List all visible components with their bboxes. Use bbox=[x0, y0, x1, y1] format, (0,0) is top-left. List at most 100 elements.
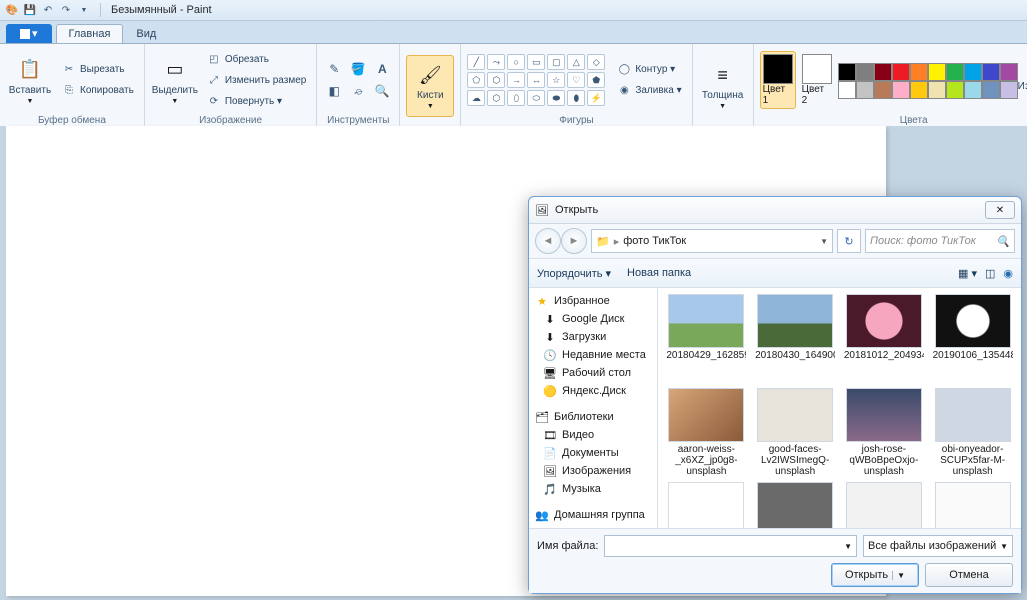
file-item[interactable]: josh-rose-qWBoBpeOxjo-unsplash bbox=[842, 388, 927, 478]
tree-item[interactable]: 🎞Видео bbox=[529, 426, 657, 444]
open-button[interactable]: Открыть▼ bbox=[831, 563, 919, 587]
tree-item[interactable]: 🖼Изображения bbox=[529, 462, 657, 480]
new-folder-button[interactable]: Новая папка bbox=[627, 267, 691, 280]
color-swatch[interactable] bbox=[946, 81, 964, 99]
folder-icon: ⬇ bbox=[543, 312, 557, 326]
group-tools: ✎ 🪣 A ◧ ⌮ 🔍 Инструменты bbox=[317, 44, 400, 128]
refresh-button[interactable]: ↻ bbox=[837, 229, 861, 253]
tree-item[interactable]: 📄Документы bbox=[529, 444, 657, 462]
tree-item[interactable]: ⬇Загрузки bbox=[529, 328, 657, 346]
paste-icon: 📋 bbox=[16, 56, 44, 84]
filter-combo[interactable]: Все файлы изображений▼ bbox=[863, 535, 1013, 557]
edit-colors-button[interactable]: Изменение цветов bbox=[1020, 49, 1027, 111]
breadcrumb[interactable]: 📁 ▸ фото ТикТок ▼ bbox=[591, 229, 833, 253]
redo-icon[interactable]: ↷ bbox=[58, 2, 74, 18]
tab-view[interactable]: Вид bbox=[123, 24, 169, 43]
fill-tool[interactable]: 🪣 bbox=[347, 59, 369, 79]
file-item[interactable]: Screenshot_20210 bbox=[842, 482, 927, 528]
cut-button[interactable]: ✂Вырезать bbox=[58, 60, 138, 80]
color-swatch[interactable] bbox=[928, 63, 946, 81]
file-item[interactable]: olivier-bergeron- bbox=[664, 482, 749, 528]
file-item[interactable]: good-faces-Lv2IWSImegQ-unsplash bbox=[753, 388, 838, 478]
tree-item[interactable]: ⬇Google Диск bbox=[529, 310, 657, 328]
group-clipboard: 📋 Вставить ▼ ✂Вырезать ⎘Копировать Буфер… bbox=[0, 44, 145, 128]
color-swatch[interactable] bbox=[928, 81, 946, 99]
picker-tool[interactable]: ⌮ bbox=[347, 81, 369, 101]
tree-item[interactable]: 🟡Яндекс.Диск bbox=[529, 382, 657, 400]
color-swatch[interactable] bbox=[1000, 81, 1018, 99]
color-swatch[interactable] bbox=[838, 63, 856, 81]
crop-button[interactable]: ◰Обрезать bbox=[203, 49, 310, 69]
file-item[interactable]: 20190106_135448 bbox=[930, 294, 1015, 384]
tree-libraries[interactable]: 🗂Библиотеки bbox=[529, 408, 657, 426]
file-item[interactable]: aaron-weiss-_x6XZ_jp0g8-unsplash bbox=[664, 388, 749, 478]
color-swatch[interactable] bbox=[838, 81, 856, 99]
size-button[interactable]: ≡ Толщина ▼ bbox=[699, 55, 747, 117]
tab-home[interactable]: Главная bbox=[56, 24, 124, 43]
color-swatch[interactable] bbox=[874, 63, 892, 81]
file-item[interactable]: obi-onyeador-SCUPx5far-M-unsplash bbox=[930, 388, 1015, 478]
tree-item[interactable]: 🖥Рабочий стол bbox=[529, 364, 657, 382]
cancel-button[interactable]: Отмена bbox=[925, 563, 1013, 587]
tree-item[interactable]: 🕓Недавние места bbox=[529, 346, 657, 364]
search-input[interactable]: Поиск: фото ТикТок 🔍 bbox=[865, 229, 1015, 253]
paste-button[interactable]: 📋 Вставить ▼ bbox=[6, 49, 54, 111]
file-item[interactable]: Screenshot_20210 bbox=[753, 482, 838, 528]
file-item[interactable]: 20181012_204934 bbox=[842, 294, 927, 384]
fill-button[interactable]: ◉Заливка ▾ bbox=[613, 81, 685, 101]
eraser-tool[interactable]: ◧ bbox=[323, 81, 345, 101]
color-swatch[interactable] bbox=[964, 81, 982, 99]
brushes-button[interactable]: 🖌 Кисти ▼ bbox=[406, 55, 454, 117]
shapes-gallery[interactable]: ╱⤳○▭▢△◇ ⬠⬡→↔☆♡⬟ ☁⬡⬯⬭⬬⬮⚡ bbox=[467, 54, 605, 106]
color-swatch[interactable] bbox=[982, 81, 1000, 99]
color-swatch[interactable] bbox=[910, 63, 928, 81]
folder-icon: 📄 bbox=[543, 446, 557, 460]
color-swatch[interactable] bbox=[946, 63, 964, 81]
zoom-tool[interactable]: 🔍 bbox=[371, 81, 393, 101]
resize-button[interactable]: ⤢Изменить размер bbox=[203, 70, 310, 90]
forward-button[interactable]: ► bbox=[561, 228, 587, 254]
filename-input[interactable]: ▼ bbox=[604, 535, 857, 557]
view-button[interactable]: ▦ ▾ bbox=[958, 267, 977, 280]
qat-dropdown-icon[interactable]: ▼ bbox=[76, 2, 92, 18]
color-swatch[interactable] bbox=[874, 81, 892, 99]
file-tab[interactable]: ▾ bbox=[6, 24, 52, 43]
undo-icon[interactable]: ↶ bbox=[40, 2, 56, 18]
file-item[interactable]: Screenshot_20210 bbox=[930, 482, 1015, 528]
thumbnail bbox=[668, 388, 744, 442]
file-name: 20190106_135448 bbox=[933, 350, 1013, 361]
color-swatch[interactable] bbox=[892, 81, 910, 99]
rotate-button[interactable]: ⟳Повернуть ▾ bbox=[203, 91, 310, 111]
tree-homegroup[interactable]: 👥Домашняя группа bbox=[529, 506, 657, 524]
color1-button[interactable]: Цвет 1 bbox=[760, 51, 796, 109]
color-swatch[interactable] bbox=[892, 63, 910, 81]
copy-button[interactable]: ⎘Копировать bbox=[58, 81, 138, 101]
fill-label: Заливка ▾ bbox=[635, 85, 681, 96]
organize-button[interactable]: Упорядочить ▾ bbox=[537, 267, 611, 280]
preview-pane-button[interactable]: ◫ bbox=[985, 267, 995, 280]
color-swatch[interactable] bbox=[1000, 63, 1018, 81]
help-button[interactable]: ◉ bbox=[1003, 267, 1013, 280]
color-swatch[interactable] bbox=[982, 63, 1000, 81]
back-button[interactable]: ◄ bbox=[535, 228, 561, 254]
color2-button[interactable]: Цвет 2 bbox=[800, 52, 834, 108]
save-icon[interactable]: 💾 bbox=[22, 2, 38, 18]
search-placeholder: Поиск: фото ТикТок bbox=[870, 235, 976, 247]
resize-label: Изменить размер bbox=[225, 75, 306, 86]
color-swatch[interactable] bbox=[856, 81, 874, 99]
tree-favorites[interactable]: ★Избранное bbox=[529, 292, 657, 310]
color-swatch[interactable] bbox=[964, 63, 982, 81]
file-item[interactable]: 20180430_164900 bbox=[753, 294, 838, 384]
cut-label: Вырезать bbox=[80, 64, 124, 75]
color-swatch[interactable] bbox=[856, 63, 874, 81]
close-button[interactable]: ✕ bbox=[985, 201, 1015, 219]
tree-item[interactable]: 🎵Музыка bbox=[529, 480, 657, 498]
outline-button[interactable]: ◯Контур ▾ bbox=[613, 60, 685, 80]
color-swatch[interactable] bbox=[910, 81, 928, 99]
color-palette[interactable] bbox=[838, 63, 1016, 97]
thumbnail bbox=[757, 388, 833, 442]
select-button[interactable]: ▭ Выделить ▼ bbox=[151, 49, 199, 111]
text-tool[interactable]: A bbox=[371, 59, 393, 79]
file-item[interactable]: 20180429_162859 bbox=[664, 294, 749, 384]
pencil-tool[interactable]: ✎ bbox=[323, 59, 345, 79]
